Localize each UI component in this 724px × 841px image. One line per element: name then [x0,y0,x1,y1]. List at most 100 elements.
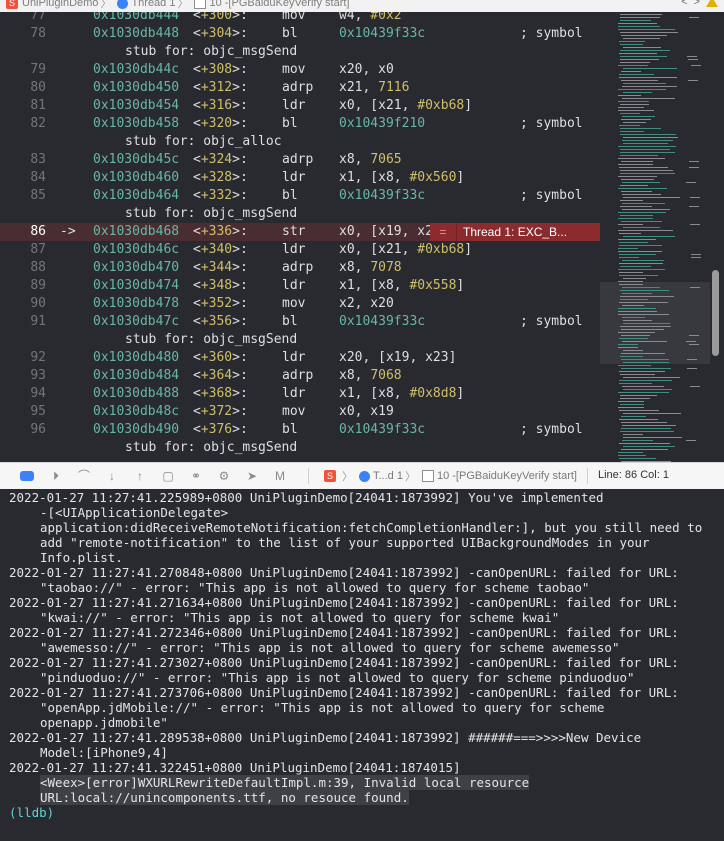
forward-button[interactable]: > [694,0,700,8]
code-line-continuation: stub for: objc_msgSend [0,205,600,223]
minimap-stroke [690,386,700,387]
minimap-stroke [620,44,643,45]
symbol-comment: ; symbol [520,314,583,329]
environment-button[interactable]: ⚙ [216,469,232,483]
minimap-stroke [620,173,675,174]
minimap-stroke [619,302,668,303]
debug-console[interactable]: 2022-01-27 11:27:41.225989+0800 UniPlugi… [0,489,724,841]
minimap-stroke [623,47,661,48]
instruction-address: 0x1030db47c [93,314,180,329]
minimap-stroke [623,446,675,447]
operands: x2, x20 [339,295,394,313]
step-out-button[interactable]: ↑ [132,469,148,483]
breadcrumb-project[interactable]: UniPluginDemo [22,0,98,9]
minimap-stroke [622,440,653,441]
line-number: 88 [30,260,46,275]
console-line: "kwai://" - error: "This app is not allo… [40,610,560,625]
minimap-stroke [623,362,669,363]
operand-literal: #0x558 [409,278,457,293]
code-line[interactable]: 87 0x1030db46c <+340>: ldr x0, [x21, #0xb68] [0,241,600,259]
offset-value: +368 [200,386,233,401]
toggle-console-button[interactable] [20,471,34,481]
mnemonic: bl [282,26,298,41]
minimap-stroke [622,305,644,306]
code-line[interactable]: 96 0x1030db490 <+376>: bl 0x10439f33c ; symbo… [0,421,600,439]
minimap[interactable] [600,12,710,462]
code-line[interactable]: 90 0x1030db478 <+352>: mov x2, x20 [0,295,600,313]
offset-value: +348 [200,278,233,293]
console-line: 2022-01-27 11:27:41.270848+0800 UniPlugi… [9,565,679,580]
code-line[interactable]: 84 0x1030db460 <+328>: ldr x1, [x8, #0x560] [0,169,600,187]
code-line[interactable]: 80 0x1030db450 <+312>: adrp x21, 7116 [0,79,600,97]
operands: x21, 7116 [339,79,409,97]
minimap-stroke [621,119,651,120]
metal-button[interactable]: M [272,469,288,483]
lldb-prompt[interactable]: (lldb) [9,805,54,820]
code-line[interactable]: 77 0x1030db444 <+300>: mov w4, #0x2 [0,12,600,25]
breadcrumb-frame[interactable]: 10 -[PGBaiduKeyVerify start] [209,0,349,9]
code-line[interactable]: 83 0x1030db45c <+324>: adrp x8, 7065 [0,151,600,169]
step-over-button[interactable]: ⌒ [76,469,92,483]
disassembly-editor[interactable]: 77 0x1030db444 <+300>: mov w4, #0x2 78 0x1030d… [0,12,600,462]
breadcrumb-thread[interactable]: Thread 1 [131,0,175,9]
minimap-stroke [619,257,639,258]
operand-literal: 7116 [378,80,410,95]
code-line[interactable]: 93 0x1030db484 <+364>: adrp x8, 7068 [0,367,600,385]
minimap-stroke [689,17,699,18]
exception-annotation[interactable]: = Thread 1: EXC_B... [430,223,600,241]
debug-breadcrumb-thread[interactable]: T...d 1 [373,470,403,482]
minimap-stroke [619,371,665,372]
minimap-stroke [623,320,652,321]
code-line[interactable]: 81 0x1030db454 <+316>: ldr x0, [x21, #0xb68] [0,97,600,115]
operand-text: x0, [x21, [339,242,418,257]
offset-value: +304 [200,26,233,41]
minimap-stroke [622,293,652,294]
minimap-stroke [622,86,677,87]
debug-breadcrumb-frame[interactable]: 10 -[PGBaiduKeyVerify start] [437,470,577,482]
minimap-stroke [623,197,680,198]
memory-graph-button[interactable]: ⚭ [188,469,204,483]
code-line-continuation: stub for: objc_alloc [0,133,600,151]
minimap-stroke [622,317,645,318]
minimap-stroke [621,191,652,192]
continue-button[interactable]: ⏵ [48,469,64,483]
code-line[interactable]: 79 0x1030db44c <+308>: mov x20, x0 [0,61,600,79]
minimap-stroke [620,149,670,150]
view-hierarchy-button[interactable]: ▢ [160,469,176,483]
step-into-button[interactable]: ↓ [104,469,120,483]
offset-value: +344 [200,260,233,275]
minimap-stroke [618,347,638,348]
minimap-stroke [618,23,657,24]
minimap-stroke [620,155,658,156]
code-line[interactable]: 78 0x1030db448 <+304>: bl 0x10439f33c ; symbo… [0,25,600,43]
code-line[interactable]: 82 0x1030db458 <+320>: bl 0x10439f210 ; symbo… [0,115,600,133]
location-button[interactable]: ➤ [244,469,260,483]
line-number: 87 [30,242,46,257]
offset-value: +312 [200,80,233,95]
code-line[interactable]: 91 0x1030db47c <+356>: bl 0x10439f33c ; symbo… [0,313,600,331]
minimap-stroke [689,335,699,336]
debug-bar: ⏵ ⌒ ↓ ↑ ▢ ⚭ ⚙ ➤ M S 〉 T...d 1 〉 10 -[PGBaiduKeyV… [0,462,724,490]
line-number: 94 [30,386,46,401]
minimap-stroke [621,35,667,36]
instruction-address: 0x1030db448 [93,26,180,41]
vertical-scrollbar[interactable] [712,270,719,356]
code-line[interactable]: 94 0x1030db488 <+368>: ldr x1, [x8, #0x8d8] [0,385,600,403]
back-button[interactable]: < [681,0,687,8]
minimap-stroke [619,41,645,42]
minimap-stroke [687,359,697,360]
line-number: 77 [30,12,46,23]
offset-value: +300 [200,12,233,23]
minimap-stroke [621,422,667,423]
instruction-address: 0x1030db490 [93,422,180,437]
code-line[interactable]: 92 0x1030db480 <+360>: ldr x20, [x19, x23] [0,349,600,367]
code-line[interactable]: 95 0x1030db48c <+372>: mov x0, x19 [0,403,600,421]
minimap-stroke [619,254,656,255]
code-line[interactable]: 89 0x1030db474 <+348>: ldr x1, [x8, #0x558] [0,277,600,295]
minimap-stroke [618,269,665,270]
minimap-stroke [619,242,648,243]
code-line[interactable]: 85 0x1030db464 <+332>: bl 0x10439f33c ; symbo… [0,187,600,205]
code-line[interactable]: 88 0x1030db470 <+344>: adrp x8, 7078 [0,259,600,277]
warning-icon[interactable] [706,0,718,7]
current-instruction-line[interactable]: 86 -> 0x1030db468 <+336>: str x0, [x19, x23] =… [0,223,600,241]
